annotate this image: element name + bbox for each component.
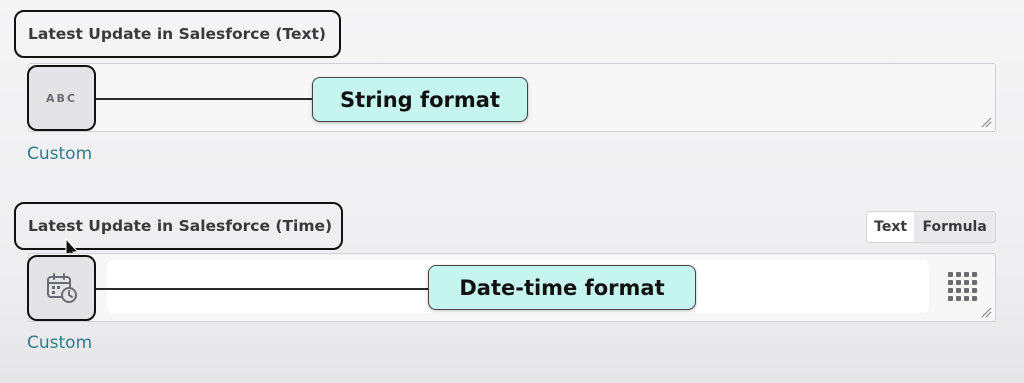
custom-link-time-field[interactable]: Custom [27, 333, 92, 353]
toggle-text-button[interactable]: Text [867, 212, 915, 242]
callout-connector-line [96, 288, 430, 290]
field-label-text-value: Latest Update in Salesforce (Text) [28, 25, 326, 43]
field-label-text: Latest Update in Salesforce (Text) [14, 10, 341, 58]
callout-connector-line [96, 98, 314, 100]
datetime-format-callout-text: Date-time format [459, 275, 665, 300]
custom-link-text-field[interactable]: Custom [27, 144, 92, 164]
toggle-formula-button[interactable]: Formula [914, 212, 995, 242]
field-label-time-value: Latest Update in Salesforce (Time) [28, 217, 333, 235]
string-format-callout: String format [312, 77, 528, 122]
resize-grip-icon[interactable] [980, 306, 992, 318]
string-format-callout-text: String format [339, 87, 501, 112]
resize-grip-icon[interactable] [980, 116, 992, 128]
keypad-icon[interactable] [948, 272, 977, 301]
mode-toggle: Text Formula [866, 211, 996, 243]
calendar-clock-glyph [46, 273, 77, 303]
datetime-format-callout: Date-time format [428, 265, 696, 310]
abc-icon: ABC [27, 65, 96, 131]
calendar-clock-icon [27, 255, 96, 321]
abc-icon-text: ABC [46, 91, 77, 105]
